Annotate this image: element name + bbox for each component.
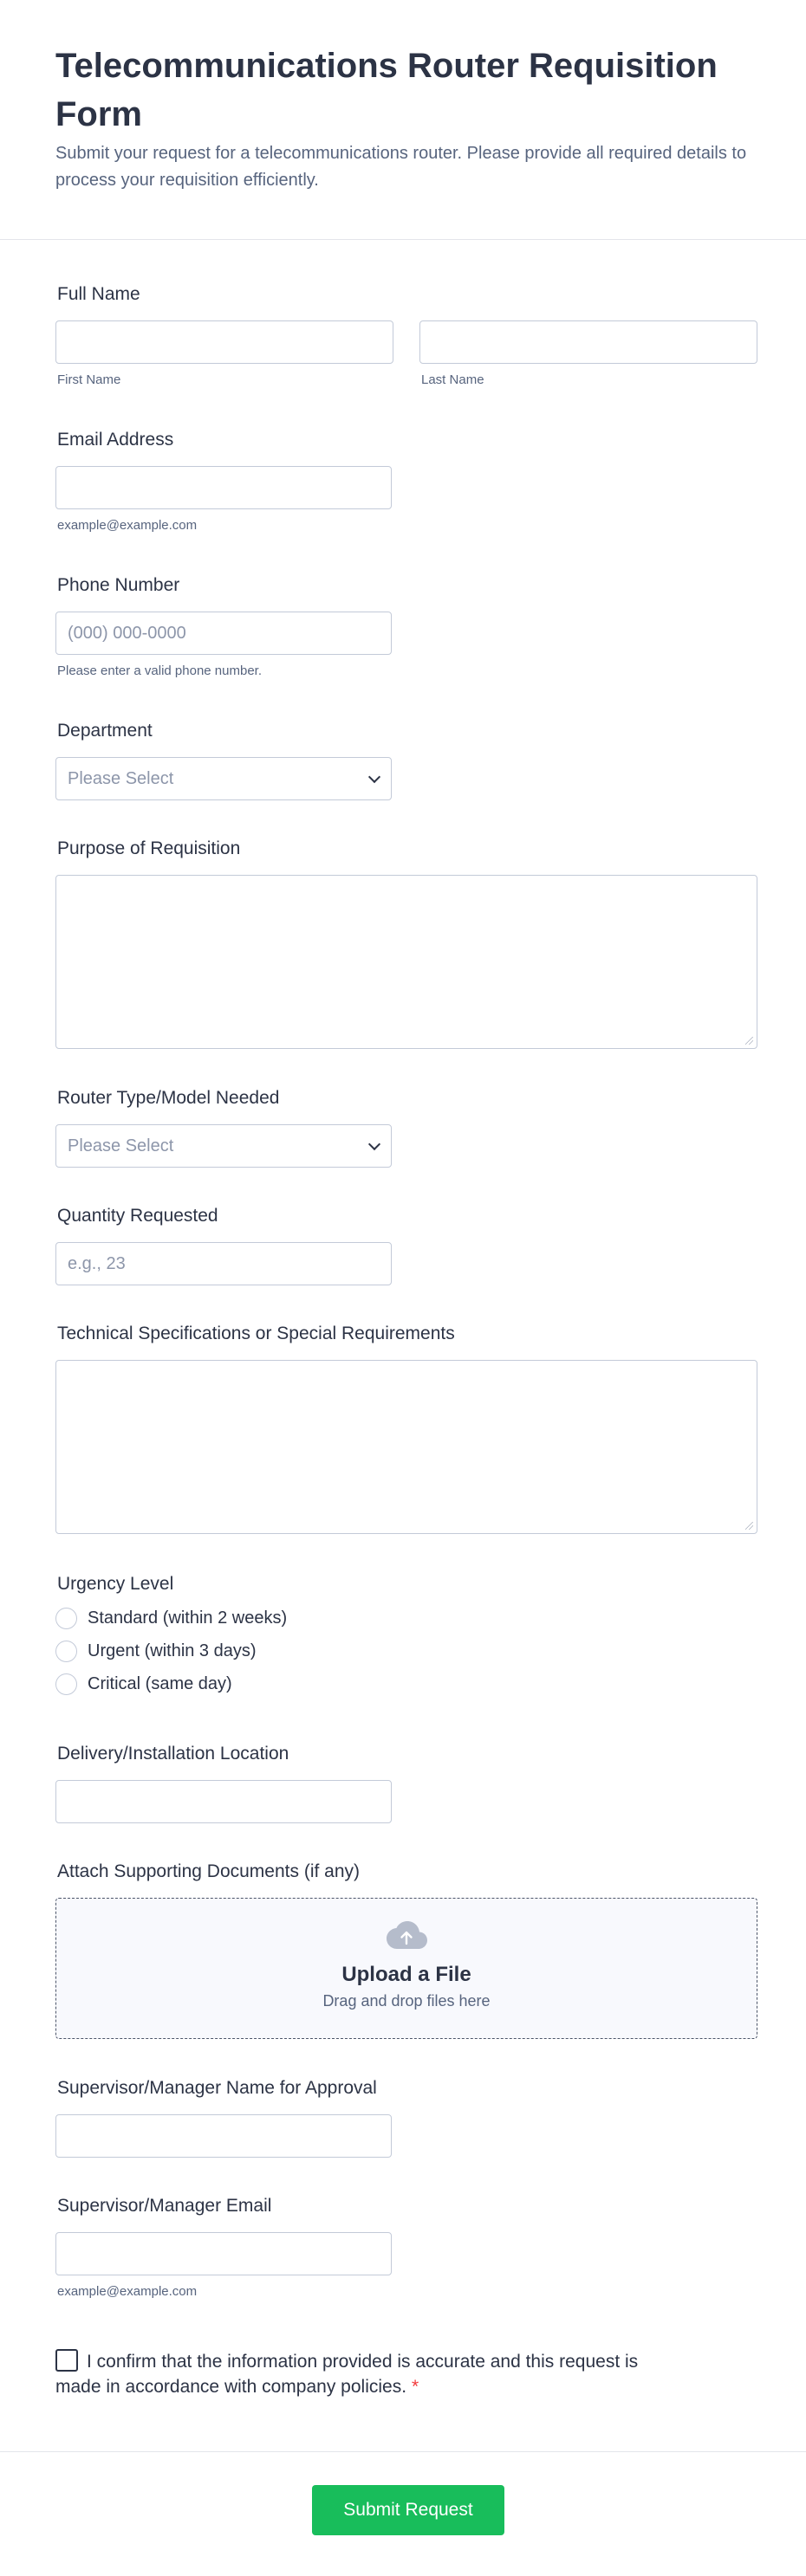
router-type-select[interactable]: Please Select xyxy=(55,1124,392,1168)
email-sublabel: example@example.com xyxy=(57,518,198,533)
urgency-radio-group: Standard (within 2 weeks) Urgent (within… xyxy=(55,1602,287,1700)
first-name-sublabel: First Name xyxy=(57,372,121,387)
urgency-label: Urgency Level xyxy=(57,1574,174,1594)
phone-label: Phone Number xyxy=(57,575,180,595)
resize-grip-icon[interactable] xyxy=(745,1522,753,1530)
urgency-option-urgent[interactable]: Urgent (within 3 days) xyxy=(55,1634,287,1667)
attachments-label: Attach Supporting Documents (if any) xyxy=(57,1861,361,1881)
location-label: Delivery/Installation Location xyxy=(57,1744,289,1764)
supervisor-email-sublabel: example@example.com xyxy=(57,2284,198,2299)
urgency-option-standard[interactable]: Standard (within 2 weeks) xyxy=(55,1602,287,1634)
full-name-label: Full Name xyxy=(57,284,140,304)
cloud-upload-icon xyxy=(387,1921,427,1949)
supervisor-email-label: Supervisor/Manager Email xyxy=(57,2196,272,2216)
department-select[interactable]: Please Select xyxy=(55,757,392,800)
specs-label: Technical Specifications or Special Requ… xyxy=(57,1324,455,1343)
attachments-field: Attach Supporting Documents (if any) Upl… xyxy=(55,1860,757,2039)
last-name-input[interactable] xyxy=(419,320,757,364)
phone-sublabel: Please enter a valid phone number. xyxy=(57,663,262,678)
chevron-down-icon xyxy=(367,1137,381,1150)
router-type-label: Router Type/Model Needed xyxy=(57,1088,280,1108)
form-footer: Submit Request xyxy=(0,2451,806,2576)
confirmation-text: I confirm that the information provided … xyxy=(55,2352,639,2397)
resize-grip-icon[interactable] xyxy=(745,1037,753,1045)
purpose-field: Purpose of Requisition xyxy=(55,837,757,1049)
department-label: Department xyxy=(57,721,153,741)
purpose-label: Purpose of Requisition xyxy=(57,838,241,858)
submit-button[interactable]: Submit Request xyxy=(312,2485,504,2535)
radio-label: Critical (same day) xyxy=(88,1673,232,1693)
chevron-down-icon xyxy=(367,770,381,783)
email-label: Email Address xyxy=(57,430,174,450)
specs-textarea[interactable] xyxy=(55,1360,757,1534)
radio-button[interactable] xyxy=(55,1640,77,1662)
radio-label: Standard (within 2 weeks) xyxy=(88,1608,288,1628)
location-input[interactable] xyxy=(55,1780,392,1823)
quantity-field: Quantity Requested xyxy=(55,1204,392,1285)
purpose-textarea[interactable] xyxy=(55,875,757,1049)
supervisor-email-field: Supervisor/Manager Email example@example… xyxy=(55,2194,392,2299)
department-selected-value: Please Select xyxy=(68,768,174,788)
specs-field: Technical Specifications or Special Requ… xyxy=(55,1322,757,1534)
radio-button[interactable] xyxy=(55,1673,77,1695)
email-field: Email Address example@example.com xyxy=(55,428,392,533)
urgency-field: Urgency Level Standard (within 2 weeks) … xyxy=(55,1572,287,1700)
supervisor-email-input[interactable] xyxy=(55,2232,392,2275)
form-subtitle: Submit your request for a telecommunicat… xyxy=(55,144,747,190)
quantity-label: Quantity Requested xyxy=(57,1206,218,1226)
router-type-selected-value: Please Select xyxy=(68,1136,174,1155)
supervisor-name-field: Supervisor/Manager Name for Approval xyxy=(55,2076,392,2158)
upload-subtitle: Drag and drop files here xyxy=(322,1992,491,2010)
location-field: Delivery/Installation Location xyxy=(55,1742,392,1823)
upload-title: Upload a File xyxy=(341,1963,471,1986)
phone-input[interactable] xyxy=(55,612,392,655)
form-title: Telecommunications Router Requisition Fo… xyxy=(55,47,718,133)
radio-button[interactable] xyxy=(55,1607,77,1629)
confirmation-field: I confirm that the information provided … xyxy=(55,2349,679,2399)
last-name-sublabel: Last Name xyxy=(421,372,484,387)
router-type-field: Router Type/Model Needed Please Select xyxy=(55,1086,392,1168)
supervisor-name-label: Supervisor/Manager Name for Approval xyxy=(57,2078,377,2098)
department-field: Department Please Select xyxy=(55,719,392,800)
phone-field: Phone Number Please enter a valid phone … xyxy=(55,573,392,678)
quantity-input[interactable] xyxy=(55,1242,392,1285)
urgency-option-critical[interactable]: Critical (same day) xyxy=(55,1667,287,1700)
first-name-input[interactable] xyxy=(55,320,393,364)
radio-label: Urgent (within 3 days) xyxy=(88,1641,257,1660)
email-input[interactable] xyxy=(55,466,392,509)
supervisor-name-input[interactable] xyxy=(55,2114,392,2158)
full-name-field: Full Name First Name Last Name xyxy=(55,282,757,387)
required-mark: * xyxy=(412,2377,419,2397)
confirmation-checkbox[interactable] xyxy=(55,2349,78,2372)
file-upload-dropzone[interactable]: Upload a File Drag and drop files here xyxy=(55,1898,757,2039)
form-header: Telecommunications Router Requisition Fo… xyxy=(0,0,806,240)
